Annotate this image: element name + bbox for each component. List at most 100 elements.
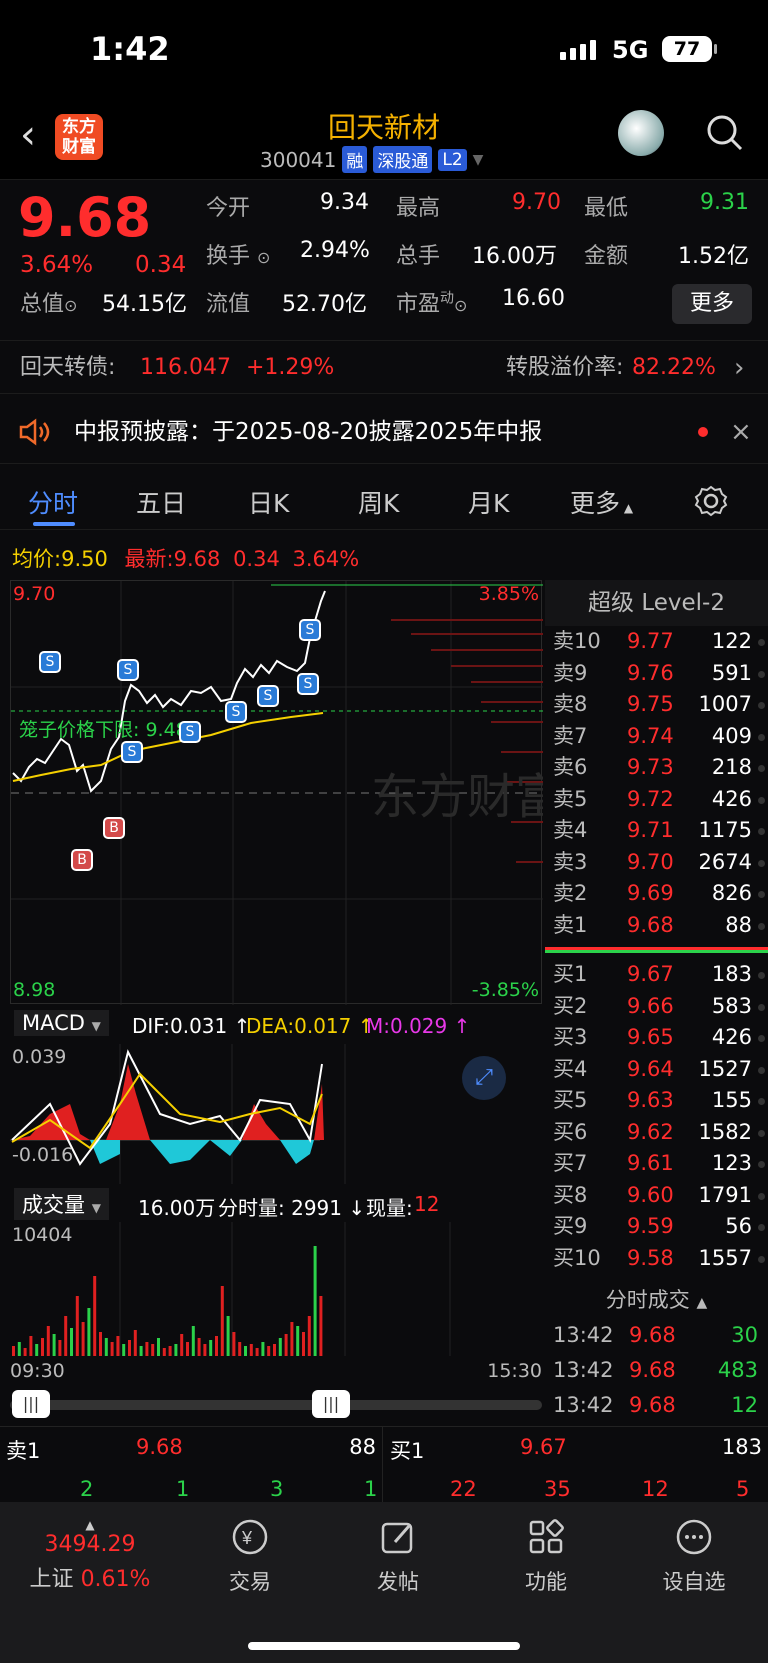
sell-marker[interactable]: S	[297, 673, 319, 695]
mktcap-value: 54.15亿	[102, 292, 187, 317]
tab-intraday[interactable]: 分时	[28, 484, 78, 520]
slider-left-handle[interactable]: |||	[12, 1390, 50, 1418]
buy-marker[interactable]: B	[71, 849, 93, 871]
convertible-bond-row[interactable]: 回天转债: 116.047 +1.29% 转股溢价率: 82.22% ›	[0, 340, 768, 394]
trades-title[interactable]: 分时成交 ▲	[545, 1282, 768, 1318]
trade-time: 13:42	[553, 1393, 614, 1417]
level-dot	[758, 1066, 765, 1074]
bid-level-row[interactable]: 买6 9.62 1582	[545, 1117, 768, 1149]
notice-bar[interactable]: 中报预披露：于2025-08-20披露2025年中报 ×	[0, 400, 768, 464]
volume-bar	[104, 1338, 108, 1356]
level-dot	[758, 1255, 765, 1263]
ask-level-row[interactable]: 卖3 9.70 2674	[545, 847, 768, 879]
dropdown-icon[interactable]: ▼	[473, 152, 484, 168]
volume-total: 16.00万	[138, 1196, 216, 1220]
more-dots-icon	[676, 1519, 712, 1555]
trade-time: 13:42	[553, 1323, 614, 1347]
macd-chart[interactable]: 0.039 -0.016 ⤢	[10, 1044, 542, 1184]
sell-marker[interactable]: S	[121, 741, 143, 763]
volume-bar	[261, 1342, 265, 1356]
bid-level-row[interactable]: 买2 9.66 583	[545, 991, 768, 1023]
speaker-icon	[19, 418, 50, 446]
expand-icon[interactable]: ⤢	[462, 1056, 506, 1100]
volume-bar	[151, 1344, 155, 1356]
tab-more[interactable]: 更多 ▲	[570, 484, 633, 520]
volume-bar	[70, 1328, 73, 1356]
level-label: 买4	[553, 1056, 588, 1081]
buy-count: 5	[736, 1477, 750, 1501]
high-label: 最高	[396, 196, 441, 221]
settings-gear-icon[interactable]	[694, 484, 728, 518]
time-start: 09:30	[10, 1360, 65, 1382]
bid-level-row[interactable]: 买1 9.67 183	[545, 959, 768, 991]
sell-marker[interactable]: S	[117, 659, 139, 681]
home-indicator[interactable]	[248, 1642, 520, 1650]
bid-level-row[interactable]: 买7 9.61 123	[545, 1148, 768, 1180]
macd-selector[interactable]: MACD ▼	[14, 1010, 109, 1036]
ask-level-row[interactable]: 卖1 9.68 88	[545, 910, 768, 942]
ask-level-row[interactable]: 卖4 9.71 1175	[545, 815, 768, 847]
trade-icon: ¥	[232, 1519, 268, 1555]
premium-value: 82.22%	[632, 355, 716, 380]
intraday-chart[interactable]: 东方财富 9.70 8.98 3.85% -3.85% 笼子价格下限: 9.48…	[10, 580, 563, 1005]
more-button[interactable]: 更多	[672, 284, 752, 324]
volume-bar	[168, 1346, 172, 1356]
assistant-avatar-icon[interactable]	[618, 110, 664, 156]
pe-value: 16.60	[502, 286, 565, 311]
level-price: 9.61	[627, 1151, 674, 1175]
volume-selector[interactable]: 成交量 ▼	[14, 1188, 109, 1220]
stock-code-row[interactable]: 300041 融 深股通 L2 ▼	[260, 146, 483, 173]
sell-marker[interactable]: S	[179, 721, 201, 743]
ask-level-row[interactable]: 卖5 9.72 426	[545, 784, 768, 816]
volume-bar	[139, 1346, 143, 1356]
volume-bar	[209, 1340, 213, 1356]
tab-five-day[interactable]: 五日	[136, 484, 186, 520]
add-watchlist-button[interactable]: 设自选	[634, 1516, 754, 1596]
buy-marker[interactable]: B	[103, 817, 125, 839]
volume-bar	[41, 1338, 44, 1356]
level-qty: 1582	[698, 1119, 752, 1144]
ask-level-row[interactable]: 卖7 9.74 409	[545, 721, 768, 753]
bid-level-row[interactable]: 买8 9.60 1791	[545, 1180, 768, 1212]
functions-button[interactable]: 功能	[486, 1516, 606, 1596]
level-price: 9.60	[627, 1182, 674, 1207]
macd-m: M:0.029 ↑	[366, 1014, 471, 1038]
slider-right-handle[interactable]: |||	[312, 1390, 350, 1418]
volume-chart[interactable]: 10404	[10, 1222, 542, 1356]
index-widget[interactable]: ▲ 3494.29 上证 0.61%	[20, 1518, 160, 1593]
notice-text: 中报预披露：于2025-08-20披露2025年中报	[74, 419, 543, 445]
ask-level-row[interactable]: 卖2 9.69 826	[545, 878, 768, 910]
chart-bottom-pct: -3.85%	[471, 979, 539, 1001]
level-price: 9.68	[627, 912, 674, 937]
l2-tag: L2	[438, 148, 467, 171]
bid-level-row[interactable]: 买3 9.65 426	[545, 1022, 768, 1054]
volume-bar	[249, 1344, 253, 1356]
ask-level-row[interactable]: 卖6 9.73 218	[545, 752, 768, 784]
buy-count: 12	[642, 1477, 669, 1501]
close-icon[interactable]: ×	[730, 400, 752, 464]
trade-button[interactable]: ¥ 交易	[190, 1516, 310, 1596]
pe-label: 市盈动⊙	[396, 290, 468, 317]
macd-dea: DEA:0.017 ↑	[246, 1014, 375, 1038]
post-button[interactable]: 发帖	[338, 1516, 458, 1596]
volume-bar	[186, 1342, 189, 1356]
tab-weekly-k[interactable]: 周K	[358, 484, 399, 520]
sell-marker[interactable]: S	[299, 619, 321, 641]
bid-level-row[interactable]: 买4 9.64 1527	[545, 1054, 768, 1086]
ask-level-row[interactable]: 卖8 9.75 1007	[545, 689, 768, 721]
ask-level-row[interactable]: 卖10 9.77 122	[545, 626, 768, 658]
level2-title[interactable]: 超级 Level-2	[545, 580, 768, 626]
bid-level-row[interactable]: 买5 9.63 155	[545, 1085, 768, 1117]
time-slider[interactable]: 09:30 15:30 ||| |||	[10, 1360, 542, 1420]
level-qty: 123	[711, 1151, 752, 1175]
tab-daily-k[interactable]: 日K	[248, 484, 289, 520]
bid-level-row[interactable]: 买9 9.59 56	[545, 1211, 768, 1243]
sell-marker[interactable]: S	[225, 701, 247, 723]
sell-marker[interactable]: S	[39, 651, 61, 673]
sell-marker[interactable]: S	[257, 685, 279, 707]
ask-level-row[interactable]: 卖9 9.76 591	[545, 658, 768, 690]
svg-text:¥: ¥	[241, 1528, 253, 1548]
search-icon[interactable]	[704, 112, 744, 152]
bid-level-row[interactable]: 买10 9.58 1557	[545, 1243, 768, 1275]
tab-monthly-k[interactable]: 月K	[468, 484, 509, 520]
